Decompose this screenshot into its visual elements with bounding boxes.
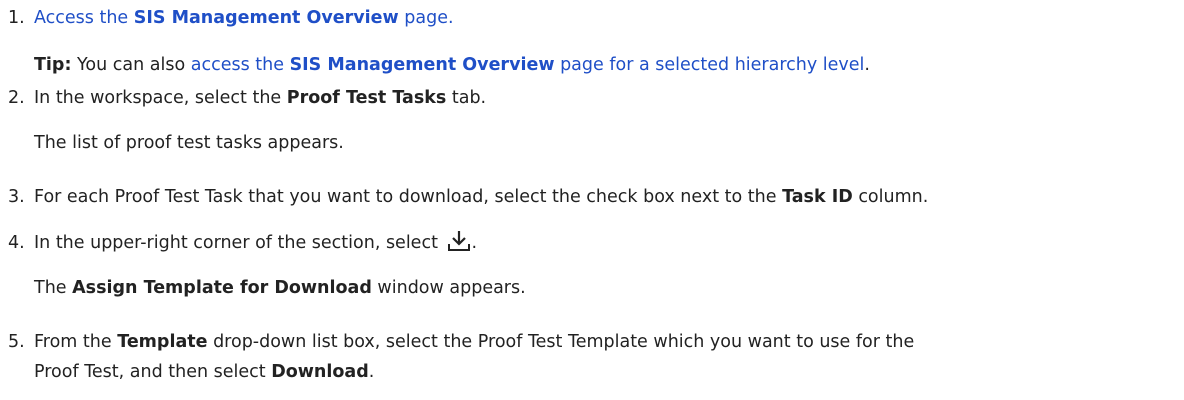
tip-label: Tip: <box>34 55 72 75</box>
step-number: 4. <box>8 233 25 253</box>
step-4-result: The Assign Template for Download window … <box>34 278 526 298</box>
step-number: 1. <box>8 8 25 28</box>
tip-note: Tip: You can also access the SIS Managem… <box>34 55 870 75</box>
download-icon <box>447 231 470 251</box>
hierarchy-level-link[interactable]: access the SIS Management Overview page … <box>191 55 865 75</box>
step-number: 2. <box>8 88 25 108</box>
step-5-line-2: Proof Test, and then select Download. <box>34 362 375 382</box>
step-number: 5. <box>8 332 25 352</box>
step-2-result: The list of proof test tasks appears. <box>34 133 344 153</box>
sis-overview-link[interactable]: Access the SIS Management Overview page. <box>34 8 454 28</box>
step-number: 3. <box>8 187 25 207</box>
